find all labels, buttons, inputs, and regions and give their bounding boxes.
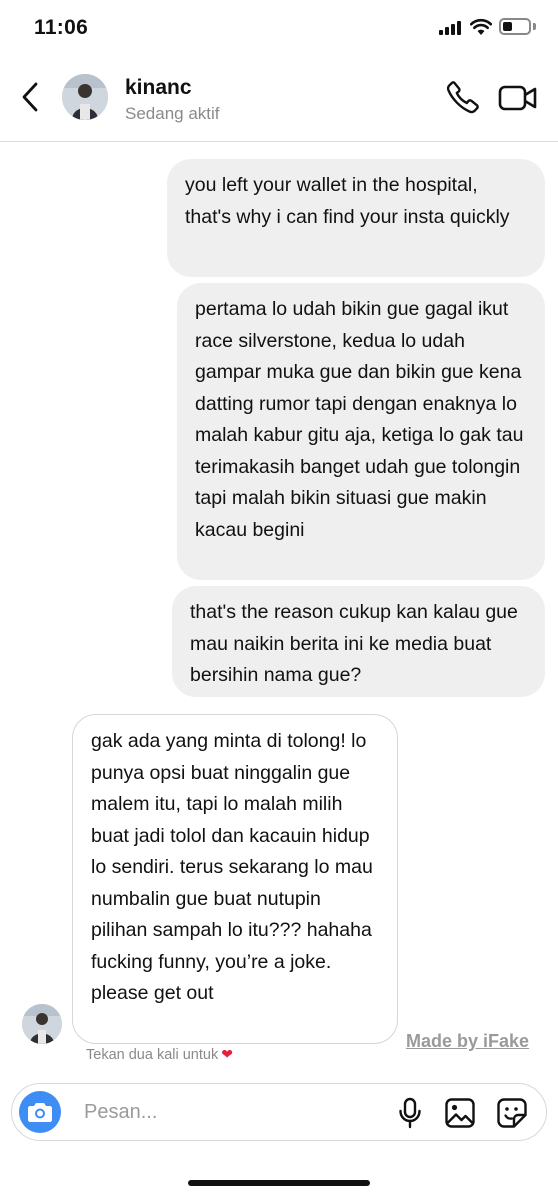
chat-header: kinanc Sedang aktif	[0, 56, 558, 142]
video-camera-icon[interactable]	[498, 84, 538, 112]
reaction-hint-text: Tekan dua kali untuk	[86, 1047, 219, 1063]
contact-avatar[interactable]	[62, 74, 108, 120]
cellular-signal-icon	[439, 21, 465, 35]
contact-status: Sedang aktif	[125, 104, 220, 123]
status-bar: 11:06	[0, 0, 558, 56]
camera-icon	[28, 1103, 52, 1122]
battery-level	[503, 22, 512, 31]
back-chevron-icon[interactable]	[16, 80, 46, 114]
gallery-icon[interactable]	[444, 1097, 476, 1129]
watermark-link[interactable]: Made by iFake	[406, 1031, 529, 1052]
outgoing-message[interactable]: pertama lo udah bikin gue gagal ikut rac…	[177, 283, 545, 580]
battery-icon	[499, 18, 531, 35]
incoming-message[interactable]: gak ada yang minta di tolong! lo punya o…	[72, 714, 398, 1044]
sticker-icon[interactable]	[496, 1097, 528, 1129]
status-time: 11:06	[34, 16, 89, 39]
heart-icon: ❤	[221, 1046, 233, 1062]
contact-name[interactable]: kinanc	[125, 76, 192, 100]
outgoing-message[interactable]: you left your wallet in the hospital, th…	[167, 159, 545, 277]
home-indicator[interactable]	[188, 1180, 370, 1186]
camera-button[interactable]	[19, 1091, 61, 1133]
phone-icon[interactable]	[446, 80, 480, 114]
reaction-hint: Tekan dua kali untuk ❤	[86, 1046, 233, 1063]
microphone-icon[interactable]	[397, 1097, 423, 1129]
wifi-icon	[470, 18, 492, 35]
outgoing-message[interactable]: that's the reason cukup kan kalau gue ma…	[172, 586, 545, 697]
sender-avatar[interactable]	[22, 1004, 62, 1044]
battery-tip	[533, 23, 536, 30]
message-composer	[11, 1083, 547, 1141]
message-input[interactable]	[84, 1098, 374, 1126]
